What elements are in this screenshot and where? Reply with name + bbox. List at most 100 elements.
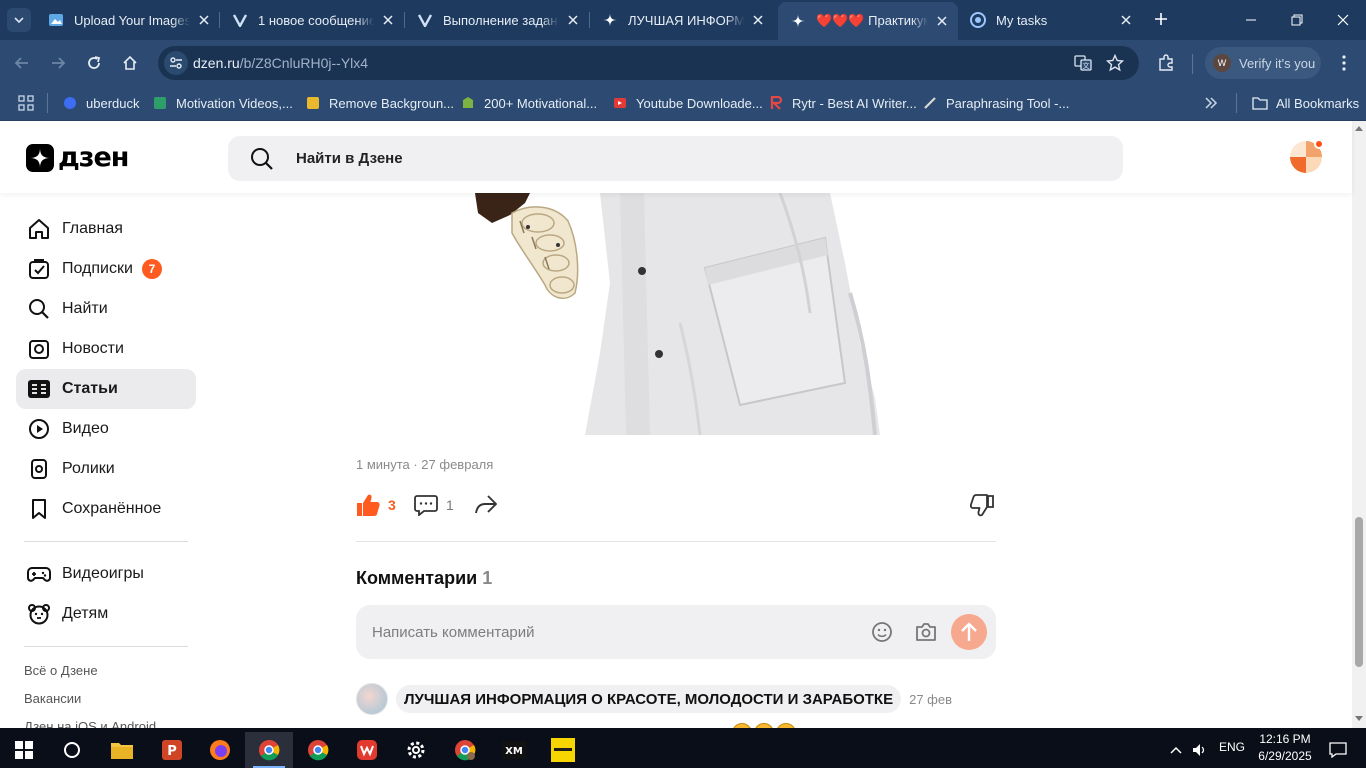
footer-link-about[interactable]: Всё о Дзене [24,663,98,678]
powerpoint-button[interactable]: P [148,732,196,768]
sidebar-item-search[interactable]: Найти [16,289,196,329]
scrollbar-thumb[interactable] [1355,517,1363,667]
sidebar-item-saved[interactable]: Сохранённое [16,489,196,529]
dislike-button[interactable] [970,492,994,518]
forward-button[interactable] [44,49,72,77]
bookmark-uberduck[interactable]: uberduck [62,93,139,113]
double-chevron-right-icon [1205,97,1218,109]
bookmark-favicon-icon [152,95,168,111]
bookmark-favicon-icon [922,95,938,111]
bookmark-paraphrasing-tool[interactable]: Paraphrasing Tool -... [922,93,1069,113]
scroll-up-icon[interactable] [1355,125,1363,131]
sidebar-item-news[interactable]: Новости [16,329,196,369]
sidebar-item-home[interactable]: Главная [16,209,196,249]
volume-button[interactable] [1188,732,1212,768]
sidebar-item-video[interactable]: Видео [16,409,196,449]
tab-new-message[interactable]: 1 новое сообщение [220,4,404,36]
exness-app-button[interactable] [539,732,587,768]
xm-app-button[interactable]: XM [490,732,538,768]
verify-profile-button[interactable]: W Verify it's you [1205,47,1321,79]
notifications-button[interactable] [1318,732,1358,768]
footer-link-apps[interactable]: Дзен на iOS и Android [24,719,156,728]
gear-icon [407,741,425,759]
close-icon[interactable] [380,12,396,28]
chrome-button[interactable] [294,732,342,768]
bookmarks-overflow-button[interactable] [1204,93,1218,113]
new-tab-button[interactable] [1150,8,1172,30]
reload-button[interactable] [80,49,108,77]
clock-time[interactable]: 12:16 PM [1256,732,1314,746]
like-button[interactable]: 3 [356,492,396,518]
bookmark-motivation-videos[interactable]: Motivation Videos,... [152,93,293,113]
bookmark-motivational[interactable]: 200+ Motivational... [460,93,597,113]
show-hidden-icons-button[interactable] [1164,732,1188,768]
file-explorer-button[interactable] [98,732,146,768]
clock-date[interactable]: 6/29/2025 [1256,749,1314,763]
close-icon[interactable] [934,13,950,29]
translate-icon[interactable]: 文 [1073,53,1093,73]
wps-button[interactable] [343,732,391,768]
emoji-icon[interactable] [870,620,894,644]
user-avatar[interactable] [1290,139,1324,173]
commenter-avatar[interactable] [356,683,388,715]
language-indicator[interactable]: ENG [1219,740,1245,754]
comment-input[interactable]: Написать комментарий [356,605,996,659]
settings-button[interactable] [392,732,440,768]
sidebar-item-subscriptions[interactable]: Подписки 7 [16,249,196,289]
search-taskbar-button[interactable] [48,732,96,768]
close-icon[interactable] [1118,12,1134,28]
share-button[interactable] [474,492,498,518]
tab-my-tasks[interactable]: My tasks [958,4,1142,36]
address-bar[interactable]: dzen.ru/b/Z8CnluRH0j--Ylx4 文 [158,46,1139,80]
sidebar-item-articles[interactable]: Статьи [16,369,196,409]
chrome-second-profile-button[interactable] [441,732,489,768]
send-comment-button[interactable] [951,614,987,650]
browser-menu-button[interactable] [1330,49,1358,77]
sidebar-item-label: Найти [62,300,108,317]
tab-task-completion[interactable]: Выполнение задани [405,4,589,36]
comment-item: ЛУЧШАЯ ИНФОРМАЦИЯ О КРАСОТЕ, МОЛОДОСТИ И… [356,683,952,715]
tab-upload-images[interactable]: Upload Your Images - [36,4,220,36]
apps-button[interactable] [18,93,34,113]
back-button[interactable] [8,49,36,77]
puzzle-icon [1159,54,1173,71]
bookmark-label: 200+ Motivational... [484,95,598,111]
restore-button[interactable] [1274,0,1320,40]
sidebar-item-shorts[interactable]: Ролики [16,449,196,489]
comments-button[interactable]: 1 [414,492,454,518]
dzen-header: дзен Найти в Дзене [0,121,1352,193]
close-window-button[interactable] [1320,0,1366,40]
camera-icon[interactable] [914,620,938,644]
bookmark-remove-background[interactable]: Remove Backgroun... [305,93,454,113]
sidebar-item-label: Детям [62,605,109,622]
bookmark-rytr[interactable]: Rytr - Best AI Writer... [768,93,917,113]
bookmark-youtube-downloader[interactable]: Youtube Downloade... [612,93,763,113]
tab-search-button[interactable] [7,8,31,32]
footer-link-vacancies[interactable]: Вакансии [24,691,81,706]
tab-title: Upload Your Images - [74,12,190,28]
close-icon[interactable] [565,12,581,28]
chrome-profile-button[interactable] [245,732,293,768]
minimize-button[interactable] [1228,0,1274,40]
sidebar-item-label: Статьи [62,380,118,397]
tab-praktikum-active[interactable]: ❤️❤️❤️ Практикум [778,2,958,40]
dzen-logo[interactable]: дзен [26,142,129,173]
firefox-button[interactable] [196,732,244,768]
chevron-down-icon [14,17,24,24]
page-scrollbar[interactable] [1352,121,1366,728]
sidebar-divider [24,646,188,647]
all-bookmarks-button[interactable]: All Bookmarks [1252,93,1359,113]
tab-best-info[interactable]: ЛУЧШАЯ ИНФОРМА [590,4,774,36]
extensions-button[interactable] [1152,49,1180,77]
sidebar-item-kids[interactable]: Детям [16,594,196,634]
sidebar-item-videogames[interactable]: Видеоигры [16,554,196,594]
site-info-icon[interactable] [164,51,188,75]
commenter-name[interactable]: ЛУЧШАЯ ИНФОРМАЦИЯ О КРАСОТЕ, МОЛОДОСТИ И… [396,685,902,713]
scroll-down-icon[interactable] [1355,716,1363,722]
close-icon[interactable] [750,12,766,28]
bookmark-star-icon[interactable] [1105,53,1125,73]
dzen-search-input[interactable]: Найти в Дзене [228,136,1123,181]
home-button[interactable] [116,49,144,77]
close-icon[interactable] [196,12,212,28]
start-button[interactable] [0,732,48,768]
